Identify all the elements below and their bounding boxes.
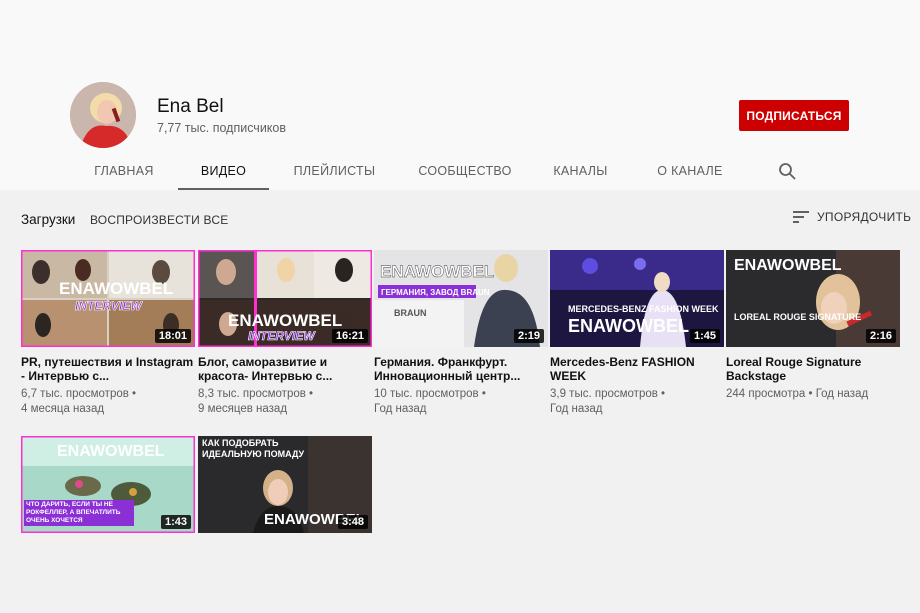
thumb-caption: INTERVIEW [75, 299, 143, 313]
tab-videos[interactable]: ВИДЕО [178, 152, 269, 190]
video-views: 8,3 тыс. просмотров [198, 388, 306, 400]
video-duration: 2:19 [513, 329, 544, 343]
thumb-caption: LOREAL ROUGE SIGNATURE [734, 312, 861, 322]
thumb-logo: ENAWOWBEL [57, 443, 165, 460]
channel-name: Ena Bel [157, 96, 224, 117]
subscribe-button[interactable]: ПОДПИСАТЬСЯ [739, 100, 849, 131]
video-thumbnail[interactable]: BRAUN ENAWOWBEL ГЕРМАНИЯ, ЗАВОД BRAUN 2:… [374, 250, 548, 347]
thumb-logo: ENAWOWBEL [734, 257, 842, 274]
video-card[interactable]: ENAWOWBEL INTERVIEW 16:21 Блог, саморазв… [198, 250, 372, 417]
video-duration: 3:48 [337, 515, 368, 529]
tab-about[interactable]: О КАНАЛЕ [631, 152, 749, 190]
video-views: 10 тыс. просмотров [374, 388, 479, 400]
video-title[interactable]: Mercedes-Benz FASHION WEEK [550, 355, 724, 383]
channel-avatar[interactable] [70, 82, 136, 148]
video-duration: 1:45 [689, 329, 720, 343]
video-title[interactable]: Германия. Франкфурт. Инновационный центр… [374, 355, 548, 383]
video-thumbnail[interactable]: ENAWOWBEL INTERVIEW 16:21 [198, 250, 372, 347]
thumb-logo: ENAWOWBEL [380, 262, 494, 281]
tab-channels[interactable]: КАНАЛЫ [530, 152, 631, 190]
video-age: Год назад [550, 403, 603, 415]
sort-label: УПОРЯДОЧИТЬ [817, 210, 912, 224]
video-age: Год назад [374, 403, 427, 415]
video-views: 244 просмотра [726, 388, 806, 400]
video-views: 6,7 тыс. просмотров [21, 388, 129, 400]
video-thumbnail[interactable]: ENAWOWBEL INTERVIEW 18:01 [21, 250, 195, 347]
search-icon[interactable] [778, 162, 796, 180]
video-meta: 10 тыс. просмотров • Год назад [374, 388, 486, 415]
video-meta: 6,7 тыс. просмотров • 4 месяца назад [21, 388, 137, 415]
thumb-top: BRAUN [394, 308, 427, 318]
thumb-logo: ENAWOWBEL [228, 311, 342, 330]
thumb-logo: ENAWOWBEL [59, 279, 173, 298]
video-card[interactable]: ENAWOWBEL INTERVIEW 18:01 PR, путешестви… [21, 250, 195, 417]
thumb-logo: ENAWOWBEL [568, 316, 689, 336]
play-all-button[interactable]: ВОСПРОИЗВЕСТИ ВСЕ [90, 213, 228, 227]
tab-playlists[interactable]: ПЛЕЙЛИСТЫ [269, 152, 400, 190]
video-thumbnail[interactable]: ENAWOWBEL LOREAL ROUGE SIGNATURE 2:16 [726, 250, 900, 347]
video-duration: 1:43 [160, 515, 191, 529]
thumb-caption: КАК ПОДОБРАТЬ ИДЕАЛЬНУЮ ПОМАДУ [202, 438, 305, 459]
video-views: 3,9 тыс. просмотров [550, 388, 658, 400]
video-meta: 244 просмотра • Год назад [726, 388, 869, 400]
video-card[interactable]: MERCEDES-BENZ FASHION WEEK ENAWOWBEL 1:4… [550, 250, 724, 417]
video-age: 4 месяца назад [21, 403, 105, 415]
video-duration: 16:21 [331, 329, 368, 343]
thumb-caption: ГЕРМАНИЯ, ЗАВОД BRAUN [381, 288, 490, 297]
video-card[interactable]: BRAUN ENAWOWBEL ГЕРМАНИЯ, ЗАВОД BRAUN 2:… [374, 250, 548, 417]
thumb-caption: MERCEDES-BENZ FASHION WEEK [568, 304, 719, 314]
video-thumbnail[interactable]: MERCEDES-BENZ FASHION WEEK ENAWOWBEL 1:4… [550, 250, 724, 347]
video-meta: 8,3 тыс. просмотров • 9 месяцев назад [198, 388, 314, 415]
video-thumbnail[interactable]: КАК ПОДОБРАТЬ ИДЕАЛЬНУЮ ПОМАДУ ENAWOWBEL… [198, 436, 372, 533]
thumb-caption: ЧТО ДАРИТЬ, ЕСЛИ ТЫ НЕ РОКФЕЛЛЕР, А ВПЕЧ… [24, 500, 134, 526]
video-title[interactable]: PR, путешествия и Instagram - Интервью с… [21, 355, 195, 383]
channel-tabs: ГЛАВНАЯ ВИДЕО ПЛЕЙЛИСТЫ СООБЩЕСТВО КАНАЛ… [70, 152, 749, 190]
video-card[interactable]: ENAWOWBEL ЧТО ДАРИТЬ, ЕСЛИ ТЫ НЕ РОКФЕЛЛ… [21, 436, 195, 533]
video-meta: 3,9 тыс. просмотров • Год назад [550, 388, 666, 415]
sort-button[interactable]: УПОРЯДОЧИТЬ [793, 210, 911, 224]
video-duration: 2:16 [865, 329, 896, 343]
video-card[interactable]: КАК ПОДОБРАТЬ ИДЕАЛЬНУЮ ПОМАДУ ENAWOWBEL… [198, 436, 372, 533]
video-duration: 18:01 [154, 329, 191, 343]
subscriber-count: 7,77 тыс. подписчиков [157, 121, 287, 135]
video-title[interactable]: Loreal Rouge Signature Backstage [726, 355, 900, 383]
channel-header: Ena Bel 7,77 тыс. подписчиков ПОДПИСАТЬС… [0, 0, 920, 190]
video-age: 9 месяцев назад [198, 403, 288, 415]
sort-icon [793, 211, 809, 223]
tab-home[interactable]: ГЛАВНАЯ [70, 152, 178, 190]
video-card[interactable]: ENAWOWBEL LOREAL ROUGE SIGNATURE 2:16 Lo… [726, 250, 900, 402]
video-age: Год назад [815, 388, 869, 400]
video-thumbnail[interactable]: ENAWOWBEL ЧТО ДАРИТЬ, ЕСЛИ ТЫ НЕ РОКФЕЛЛ… [21, 436, 195, 533]
video-title[interactable]: Блог, саморазвитие и красота- Интервью с… [198, 355, 372, 383]
tab-community[interactable]: СООБЩЕСТВО [400, 152, 530, 190]
uploads-title: Загрузки [21, 212, 76, 227]
thumb-caption: INTERVIEW [248, 329, 316, 343]
